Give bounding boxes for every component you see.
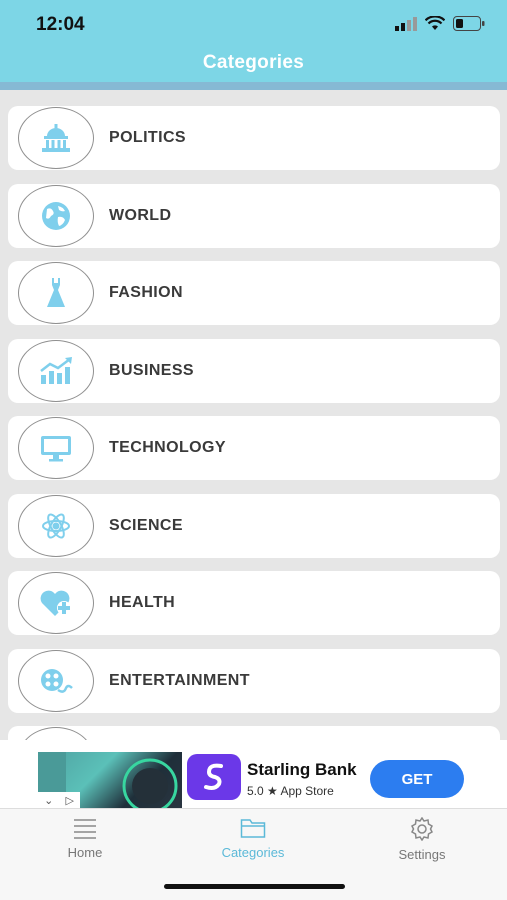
capitol-icon — [18, 107, 94, 169]
status-time: 12:04 — [36, 14, 85, 35]
category-partial[interactable] — [8, 726, 500, 740]
app-logo[interactable] — [187, 754, 241, 800]
category-world[interactable]: WORLD — [8, 184, 500, 248]
wifi-icon — [425, 16, 445, 30]
category-label: ENTERTAINMENT — [109, 672, 250, 689]
category-fashion[interactable]: FASHION — [8, 261, 500, 325]
ad-app-name[interactable]: Starling Bank — [247, 760, 357, 780]
category-label: HEALTH — [109, 594, 176, 611]
ad-banner[interactable]: ⌄ ▷ Starling Bank 5.0 ★ App Store GET — [0, 740, 507, 808]
category-technology[interactable]: TECHNOLOGY — [8, 416, 500, 480]
gear-icon — [411, 817, 433, 841]
category-label: BUSINESS — [109, 362, 194, 379]
chart-growth-icon — [18, 340, 94, 402]
category-science[interactable]: SCIENCE — [8, 494, 500, 558]
tab-settings-label: Settings — [398, 847, 446, 862]
tab-home-label: Home — [67, 845, 103, 860]
category-label: WORLD — [109, 207, 172, 224]
category-label: TECHNOLOGY — [109, 439, 226, 456]
ad-rating: 5.0 ★ App Store — [247, 784, 334, 798]
category-politics[interactable]: POLITICS — [8, 106, 500, 170]
category-label: SCIENCE — [109, 517, 183, 534]
dress-icon — [18, 262, 94, 324]
tab-categories[interactable]: Categories — [193, 817, 313, 860]
list-icon — [74, 819, 96, 839]
page-title: Categories — [202, 52, 305, 73]
chevron-down-icon[interactable]: ⌄ — [44, 794, 53, 807]
category-icon — [18, 727, 94, 740]
header-divider — [0, 82, 507, 90]
folder-icon — [240, 819, 266, 838]
category-entertainment[interactable]: ENTERTAINMENT — [8, 649, 500, 713]
ad-choices[interactable]: ⌄ ▷ — [38, 792, 80, 808]
heart-plus-icon — [18, 572, 94, 634]
play-icon[interactable]: ▷ — [65, 794, 73, 807]
tab-settings[interactable]: Settings — [362, 817, 482, 862]
globe-icon — [18, 185, 94, 247]
home-indicator[interactable] — [164, 884, 345, 889]
signal-icon — [395, 16, 417, 31]
status-icons — [395, 16, 485, 31]
category-label: POLITICS — [109, 129, 186, 146]
battery-icon — [453, 16, 485, 31]
category-business[interactable]: BUSINESS — [8, 339, 500, 403]
category-list[interactable]: POLITICS WORLD FASHION BUSINESS TECHNOLO… — [0, 90, 507, 740]
monitor-icon — [18, 417, 94, 479]
tab-categories-label: Categories — [221, 845, 285, 860]
category-health[interactable]: HEALTH — [8, 571, 500, 635]
app-header: 12:04 Categories — [0, 0, 507, 90]
atom-icon — [18, 495, 94, 557]
get-button[interactable]: GET — [370, 760, 464, 798]
category-label: FASHION — [109, 284, 183, 301]
film-reel-icon — [18, 650, 94, 712]
tab-home[interactable]: Home — [25, 817, 145, 860]
